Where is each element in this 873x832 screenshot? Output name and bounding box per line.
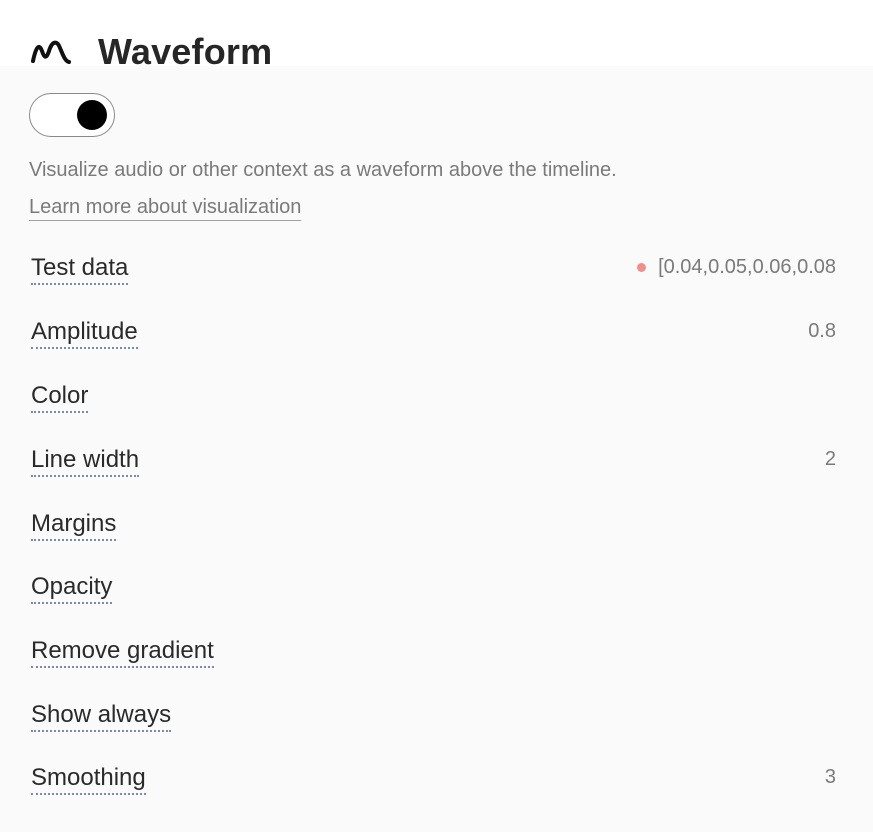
waveform-icon: [30, 37, 74, 67]
property-row-margins[interactable]: Margins: [31, 506, 836, 546]
property-label: Show always: [31, 701, 172, 732]
panel-header: Waveform: [30, 28, 272, 76]
property-row-amplitude[interactable]: Amplitude 0.8: [31, 314, 836, 354]
property-label: Remove gradient: [31, 637, 214, 668]
property-label: Smoothing: [31, 764, 146, 795]
property-value: [0.04,0.05,0.06,0.08: [637, 256, 836, 279]
property-label: Amplitude: [31, 318, 138, 349]
property-value-text: [0.04,0.05,0.06,0.08: [658, 256, 836, 278]
property-row-color[interactable]: Color: [31, 378, 836, 418]
property-row-line-width[interactable]: Line width 2: [31, 442, 836, 482]
waveform-enable-toggle[interactable]: [29, 93, 115, 137]
property-label: Opacity: [31, 573, 113, 604]
property-label: Color: [31, 382, 89, 413]
property-row-test-data[interactable]: Test data [0.04,0.05,0.06,0.08: [31, 250, 836, 290]
property-row-show-always[interactable]: Show always: [31, 697, 836, 737]
property-label: Margins: [31, 510, 117, 541]
property-row-remove-gradient[interactable]: Remove gradient: [31, 633, 836, 673]
error-indicator-dot: [637, 263, 647, 272]
toggle-knob: [77, 100, 107, 130]
property-value: 2: [824, 448, 836, 470]
property-row-opacity[interactable]: Opacity: [31, 569, 836, 609]
property-row-smoothing[interactable]: Smoothing 3: [31, 760, 836, 800]
panel-title: Waveform: [98, 31, 273, 72]
property-value: 0.8: [808, 320, 836, 342]
property-label: Test data: [31, 254, 129, 285]
waveform-description: Visualize audio or other context as a wa…: [29, 159, 617, 181]
property-label: Line width: [31, 446, 140, 477]
property-value: 3: [824, 766, 836, 788]
learn-more-link[interactable]: Learn more about visualization: [29, 196, 302, 221]
